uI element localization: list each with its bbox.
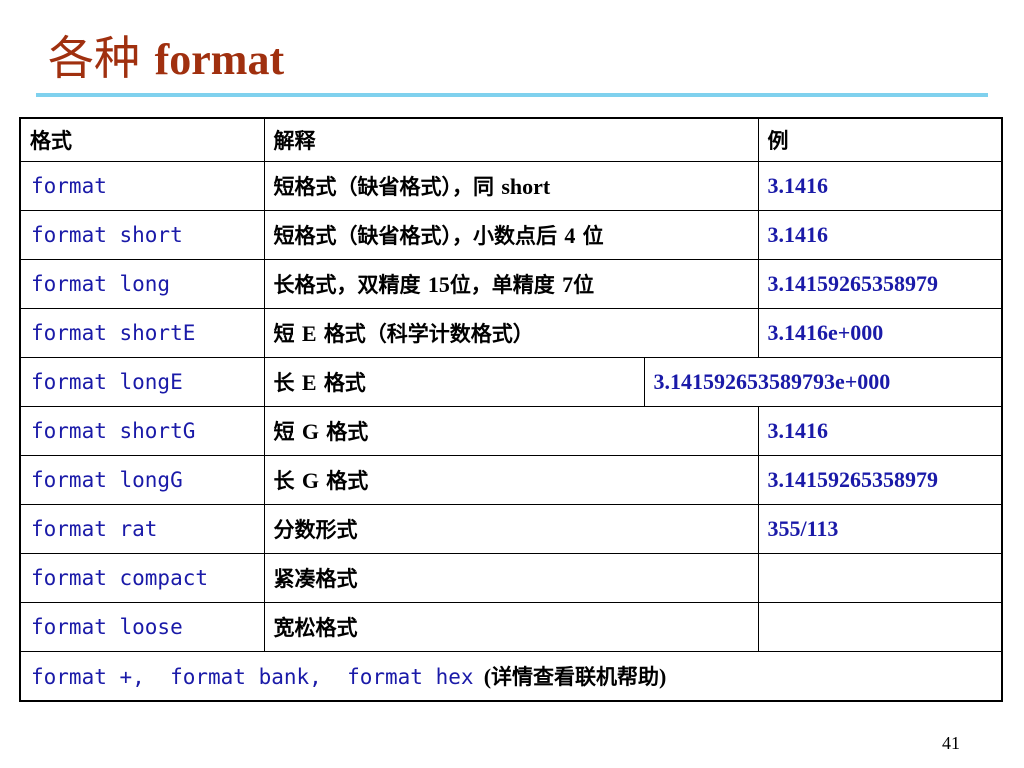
slide-title: 各种 format [48,28,284,90]
header-format: 格式 [19,117,265,162]
row-command: format longG [19,455,265,505]
row-command: format loose [19,602,265,652]
row-description: 长 E 格式 [263,357,645,407]
footer-commands: format +, format bank, format hex [31,665,474,689]
table-row: format shortE 短 E 格式（科学计数格式） 3.1416e+000 [19,308,1003,358]
row-description: 短 E 格式（科学计数格式） [263,308,759,358]
row-description: 短格式（缺省格式），同 short [263,161,759,211]
row-description: 短格式（缺省格式），小数点后 4 位 [263,210,759,260]
row-example [757,602,1003,652]
table-header-row: 格式 解释 例 [19,117,1003,162]
row-example: 355/113 [757,504,1003,554]
header-example: 例 [757,117,1003,162]
row-example [757,553,1003,603]
slide-title-cn: 各种 [48,31,140,85]
table-row: format compact 紧凑格式 [19,553,1003,603]
table-row: format longG 长 G 格式 3.14159265358979 [19,455,1003,505]
row-description: 紧凑格式 [263,553,759,603]
table-footer-row: format +, format bank, format hex (详情查看联… [19,651,1003,702]
row-example: 3.1416e+000 [757,308,1003,358]
footer-cell: format +, format bank, format hex (详情查看联… [19,651,1003,702]
row-example: 3.14159265358979 [757,259,1003,309]
row-command: format [19,161,265,211]
table-row: format short 短格式（缺省格式），小数点后 4 位 3.1416 [19,210,1003,260]
table-row: format shortG 短 G 格式 3.1416 [19,406,1003,456]
row-description: 分数形式 [263,504,759,554]
table-row: format rat 分数形式 355/113 [19,504,1003,554]
table-row: format longE 长 E 格式 3.141592653589793e+0… [19,357,1003,407]
table-row: format long 长格式，双精度 15位，单精度 7位 3.1415926… [19,259,1003,309]
row-command: format long [19,259,265,309]
row-command: format shortG [19,406,265,456]
row-command: format shortE [19,308,265,358]
row-example: 3.14159265358979 [757,455,1003,505]
header-description: 解释 [263,117,759,162]
row-command: format longE [19,357,265,407]
table-row: format 短格式（缺省格式），同 short 3.1416 [19,161,1003,211]
row-example: 3.141592653589793e+000 [643,357,1003,407]
row-example: 3.1416 [757,161,1003,211]
row-description: 宽松格式 [263,602,759,652]
format-table: 格式 解释 例 format 短格式（缺省格式），同 short 3.1416 … [19,117,1003,702]
row-description: 短 G 格式 [263,406,759,456]
title-divider [36,93,988,97]
row-description: 长 G 格式 [263,455,759,505]
row-command: format rat [19,504,265,554]
row-command: format compact [19,553,265,603]
row-example: 3.1416 [757,406,1003,456]
page-number: 41 [942,733,960,753]
row-description: 长格式，双精度 15位，单精度 7位 [263,259,759,309]
slide-title-en: format [154,35,285,84]
row-example: 3.1416 [757,210,1003,260]
footer-note: 详情查看联机帮助 [491,665,660,689]
row-command: format short [19,210,265,260]
table-row: format loose 宽松格式 [19,602,1003,652]
